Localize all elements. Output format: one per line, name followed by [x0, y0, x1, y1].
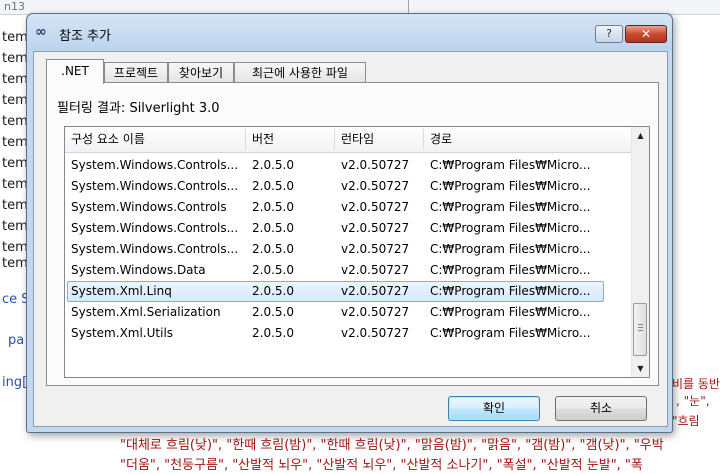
- cell-version: 2.0.5.0: [252, 158, 294, 172]
- list-row[interactable]: System.Windows.Controls... 2.0.5.0 v2.0.50…: [65, 239, 631, 260]
- code-line[interactable]: tem: [2, 114, 28, 129]
- tab-net[interactable]: .NET: [46, 59, 104, 84]
- column-header-version[interactable]: 버전: [246, 127, 334, 152]
- cell-runtime: v2.0.50727: [341, 326, 410, 340]
- vertical-scrollbar[interactable]: ▲ ▼: [631, 127, 649, 377]
- add-reference-dialog: ∞ 참조 추가 ? ✕ .NET 프로젝트 찾아보기 최근에 사용한 파일 필터…: [26, 13, 673, 433]
- cell-name: System.Xml.Linq: [71, 284, 172, 298]
- cell-version: 2.0.5.0: [252, 326, 294, 340]
- code-line[interactable]: tem: [2, 198, 28, 213]
- list-row[interactable]: System.Xml.Linq 2.0.5.0 v2.0.50727 C:₩Progr…: [65, 281, 631, 302]
- scroll-down-icon[interactable]: ▼: [632, 360, 649, 377]
- list-row[interactable]: System.Windows.Controls... 2.0.5.0 v2.0.50…: [65, 176, 631, 197]
- cell-version: 2.0.5.0: [252, 221, 294, 235]
- code-line[interactable]: "더움", "천둥구름", "산발적 뇌우", "산발적 뇌우", "산발적 소…: [120, 454, 643, 473]
- code-line[interactable]: ing[: [2, 375, 27, 390]
- cell-path: C:₩Program Files₩Micro...: [430, 179, 591, 193]
- cell-path: C:₩Program Files₩Micro...: [430, 158, 591, 172]
- code-line[interactable]: tem: [2, 240, 28, 255]
- cell-name: System.Windows.Data: [71, 263, 206, 277]
- tab-recent[interactable]: 최근에 사용한 파일: [234, 62, 366, 83]
- cell-name: System.Windows.Controls...: [71, 158, 239, 172]
- cell-path: C:₩Program Files₩Micro...: [430, 326, 591, 340]
- tab-project[interactable]: 프로젝트: [104, 62, 168, 83]
- column-header-name[interactable]: 구성 요소 이름: [65, 127, 244, 152]
- cancel-button[interactable]: 취소: [555, 396, 647, 421]
- list-row[interactable]: System.Windows.Controls... 2.0.5.0 v2.0.50…: [65, 218, 631, 239]
- close-button[interactable]: ✕: [625, 25, 667, 43]
- cell-name: System.Windows.Controls...: [71, 242, 239, 256]
- dialog-title: 참조 추가: [59, 29, 111, 44]
- cell-runtime: v2.0.50727: [341, 221, 410, 235]
- code-line[interactable]: tem: [2, 72, 28, 87]
- infinity-icon: ∞: [35, 24, 47, 40]
- cell-name: System.Windows.Controls...: [71, 221, 239, 235]
- cell-runtime: v2.0.50727: [341, 179, 410, 193]
- tab-browse[interactable]: 찾아보기: [168, 62, 234, 83]
- list-row[interactable]: System.Windows.Controls... 2.0.5.0 v2.0.50…: [65, 155, 631, 176]
- column-header-path[interactable]: 경로: [424, 127, 624, 152]
- cell-path: C:₩Program Files₩Micro...: [430, 263, 591, 277]
- cell-version: 2.0.5.0: [252, 179, 294, 193]
- cell-runtime: v2.0.50727: [341, 158, 410, 172]
- cell-runtime: v2.0.50727: [341, 284, 410, 298]
- code-line[interactable]: tem: [2, 256, 28, 271]
- code-line[interactable]: tem: [2, 156, 28, 171]
- scroll-up-icon[interactable]: ▲: [632, 127, 649, 144]
- code-line[interactable]: tem: [2, 51, 28, 66]
- code-line[interactable]: tem: [2, 93, 28, 108]
- dialog-client-area: .NET 프로젝트 찾아보기 최근에 사용한 파일 필터링 결과: Silver…: [33, 51, 668, 427]
- code-line[interactable]: tem: [2, 219, 28, 234]
- cell-path: C:₩Program Files₩Micro...: [430, 221, 591, 235]
- code-line[interactable]: "흐림: [672, 412, 700, 429]
- cell-version: 2.0.5.0: [252, 263, 294, 277]
- editor-splitter[interactable]: [408, 0, 409, 14]
- cell-path: C:₩Program Files₩Micro...: [430, 242, 591, 256]
- list-row[interactable]: System.Xml.Utils 2.0.5.0 v2.0.50727 C:₩Prog…: [65, 323, 631, 344]
- cell-path: C:₩Program Files₩Micro...: [430, 200, 591, 214]
- help-button[interactable]: ?: [595, 25, 623, 43]
- cell-name: System.Windows.Controls...: [71, 179, 239, 193]
- ok-button[interactable]: 확인: [448, 396, 540, 421]
- cell-runtime: v2.0.50727: [341, 200, 410, 214]
- scrollbar-thumb[interactable]: [633, 303, 647, 356]
- editor-tab-text: n13: [4, 0, 25, 13]
- filter-label: 필터링 결과: Silverlight 3.0: [57, 101, 220, 116]
- component-list[interactable]: 구성 요소 이름 버전 런타임 경로 System.Windows.Contro…: [64, 126, 650, 378]
- code-line[interactable]: "대체로 흐림(낮)", "한때 흐림(밤)", "한때 흐림(낮)", "맑음…: [120, 434, 664, 453]
- list-header: 구성 요소 이름 버전 런타임 경로: [65, 127, 631, 153]
- list-row[interactable]: System.Windows.Data 2.0.5.0 v2.0.50727 C:₩P…: [65, 260, 631, 281]
- cell-runtime: v2.0.50727: [341, 263, 410, 277]
- code-line[interactable]: pa: [8, 333, 24, 348]
- code-line[interactable]: tem: [2, 177, 28, 192]
- code-line[interactable]: tem: [2, 30, 28, 45]
- cell-version: 2.0.5.0: [252, 200, 294, 214]
- column-header-runtime[interactable]: 런타임: [335, 127, 423, 152]
- tab-panel: 필터링 결과: Silverlight 3.0 구성 요소 이름 버전 런타임 …: [46, 82, 659, 386]
- cell-runtime: v2.0.50727: [341, 305, 410, 319]
- grip-icon: [638, 324, 643, 325]
- cell-version: 2.0.5.0: [252, 284, 294, 298]
- list-row[interactable]: System.Windows.Controls 2.0.5.0 v2.0.50727…: [65, 197, 631, 218]
- cell-version: 2.0.5.0: [252, 305, 294, 319]
- code-line[interactable]: 비를 동반: [672, 375, 720, 392]
- cell-name: System.Xml.Serialization: [71, 305, 221, 319]
- cell-version: 2.0.5.0: [252, 242, 294, 256]
- cell-name: System.Windows.Controls: [71, 200, 227, 214]
- cell-path: C:₩Program Files₩Micro...: [430, 284, 591, 298]
- cell-path: C:₩Program Files₩Micro...: [430, 305, 591, 319]
- code-line[interactable]: tem: [2, 135, 28, 150]
- list-row[interactable]: System.Xml.Serialization 2.0.5.0 v2.0.5072…: [65, 302, 631, 323]
- code-line[interactable]: , "눈",: [676, 392, 710, 409]
- cell-runtime: v2.0.50727: [341, 242, 410, 256]
- dialog-titlebar[interactable]: ∞ 참조 추가 ? ✕: [27, 14, 672, 50]
- cell-name: System.Xml.Utils: [71, 326, 174, 340]
